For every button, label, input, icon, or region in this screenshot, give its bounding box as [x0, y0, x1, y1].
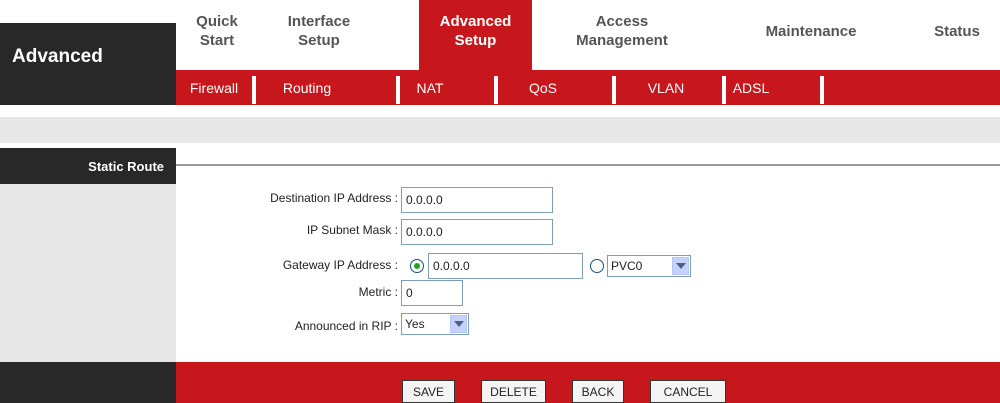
subnav-vlan[interactable]: VLAN: [616, 70, 716, 105]
section-divider: [176, 164, 1000, 166]
destination-ip-label: Destination IP Address :: [270, 191, 398, 205]
page-title: Advanced: [12, 46, 103, 67]
nav-status[interactable]: Status: [922, 0, 992, 70]
nav-maintenance[interactable]: Maintenance: [746, 0, 876, 70]
subnav-adsl[interactable]: ADSL: [726, 70, 776, 105]
rip-select[interactable]: Yes: [401, 313, 469, 335]
nav-access-management[interactable]: Access Management: [552, 0, 692, 70]
footer-bar: SAVE DELETE BACK CANCEL: [176, 362, 1000, 403]
sub-nav: Firewall Routing NAT QoS VLAN ADSL: [176, 70, 1000, 105]
save-button[interactable]: SAVE: [402, 380, 455, 403]
gateway-ip-label: Gateway IP Address :: [282, 258, 398, 272]
nav-quick-start[interactable]: Quick Start: [178, 0, 256, 70]
subnet-mask-input[interactable]: 0.0.0.0: [401, 219, 553, 245]
nav-interface-setup[interactable]: Interface Setup: [269, 0, 369, 70]
footer-left: [0, 362, 176, 403]
static-route-form: Destination IP Address : 0.0.0.0 IP Subn…: [176, 184, 1000, 362]
radio-selected-dot: [414, 263, 420, 269]
metric-label: Metric :: [358, 285, 398, 299]
rip-select-value: Yes: [405, 317, 425, 331]
section-title: Static Route: [0, 148, 176, 184]
destination-ip-input[interactable]: 0.0.0.0: [401, 187, 553, 213]
chevron-down-icon: [450, 315, 467, 333]
cancel-button[interactable]: CANCEL: [650, 380, 726, 403]
announced-rip-label: Announced in RIP :: [294, 319, 398, 333]
back-button[interactable]: BACK: [572, 380, 624, 403]
subnet-mask-label: IP Subnet Mask :: [306, 223, 398, 237]
gateway-ip-input[interactable]: 0.0.0.0: [428, 253, 583, 279]
info-bar: [0, 117, 1000, 143]
chevron-down-icon: [672, 257, 689, 275]
subnav-firewall[interactable]: Firewall: [176, 70, 252, 105]
subnav-qos[interactable]: QoS: [498, 70, 588, 105]
pvc-select[interactable]: PVC0: [607, 255, 691, 277]
metric-input[interactable]: 0: [401, 280, 463, 306]
subnav-separator: [820, 76, 824, 104]
brand-panel: Advanced: [0, 0, 176, 105]
gateway-ip-radio[interactable]: [410, 259, 424, 273]
subnav-routing[interactable]: Routing: [256, 70, 358, 105]
nav-advanced-setup[interactable]: Advanced Setup: [419, 0, 532, 70]
delete-button[interactable]: DELETE: [481, 380, 546, 403]
subnav-nat[interactable]: NAT: [400, 70, 460, 105]
left-column: [0, 184, 176, 362]
gateway-pvc-radio[interactable]: [590, 259, 604, 273]
pvc-select-value: PVC0: [611, 259, 643, 273]
main-nav: Quick Start Interface Setup Advanced Set…: [176, 0, 1000, 70]
